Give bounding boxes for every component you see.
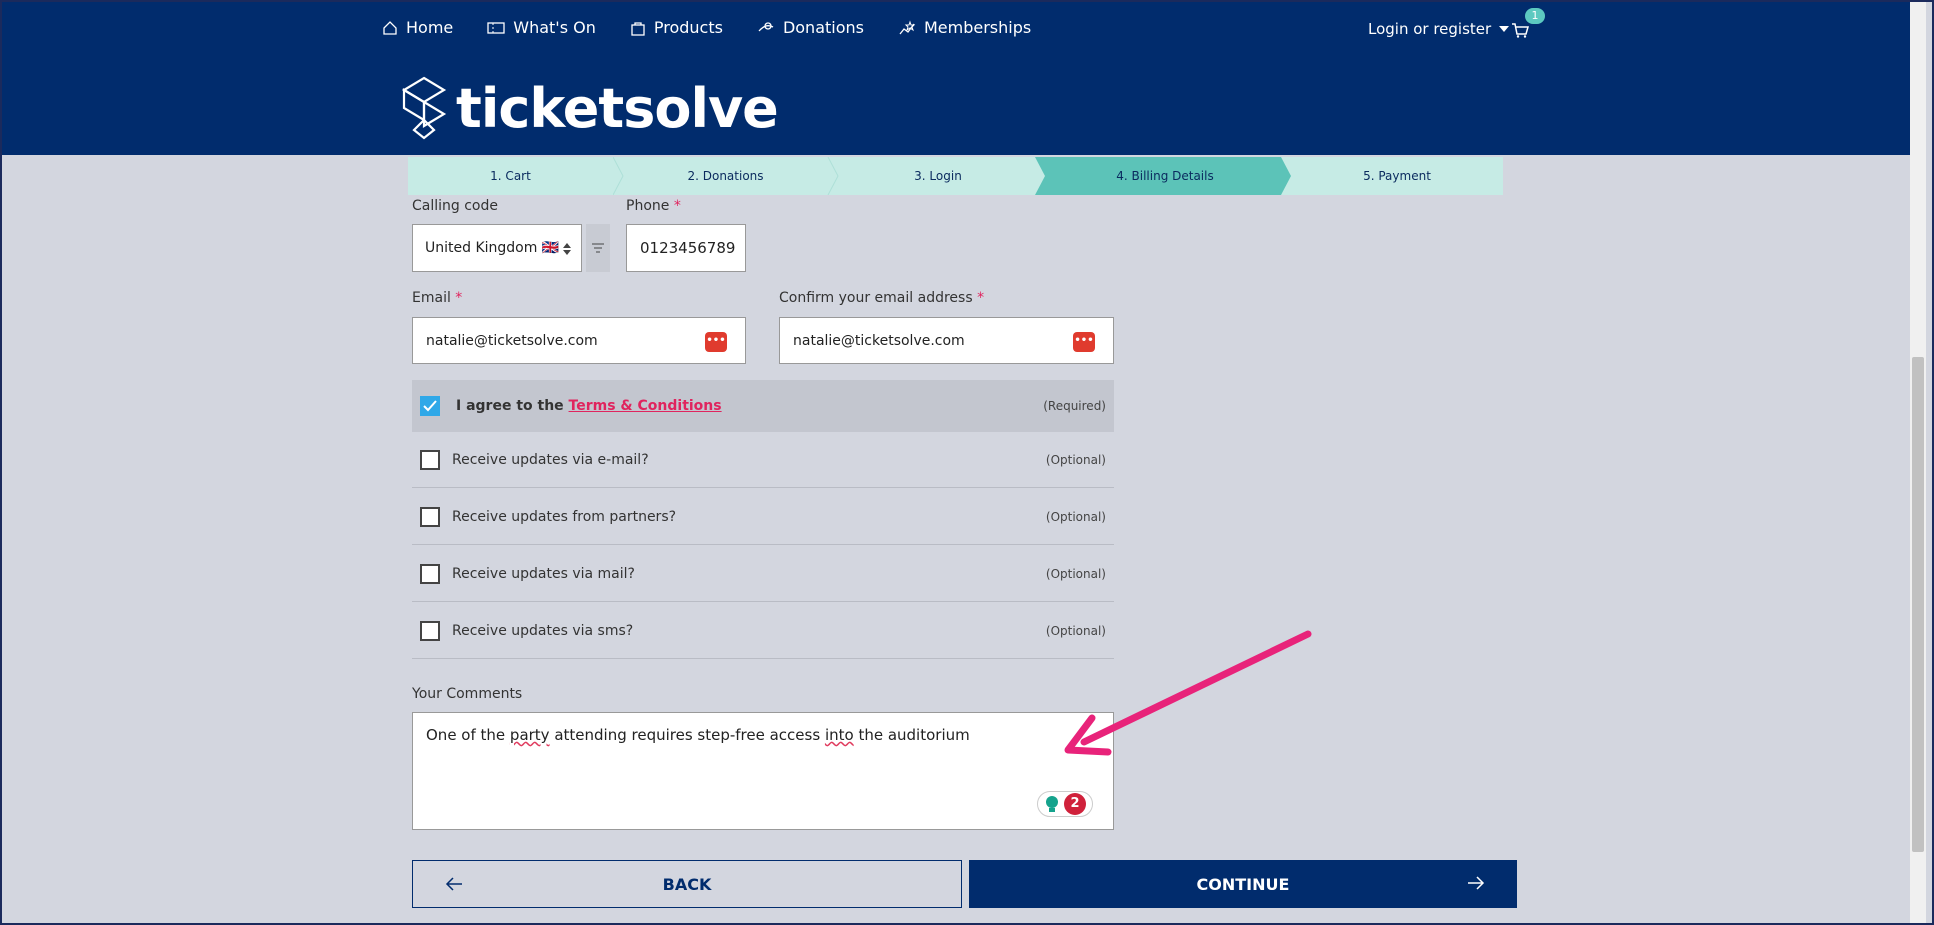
- calling-code-label: Calling code: [412, 198, 498, 214]
- checkout-steps: 1. Cart 2. Donations 3. Login 4. Billing…: [408, 157, 1503, 195]
- home-icon: [383, 20, 397, 35]
- step-donations[interactable]: 2. Donations: [623, 157, 828, 195]
- cart-button[interactable]: 1: [1511, 8, 1545, 42]
- terms-text: I agree to the Terms & Conditions: [456, 398, 1043, 414]
- basket-icon: [1512, 23, 1529, 38]
- terms-row[interactable]: I agree to the Terms & Conditions (Requi…: [412, 380, 1114, 432]
- nav-home-label: Home: [406, 18, 454, 37]
- option-label: Receive updates from partners?: [452, 508, 677, 525]
- continue-button-label: CONTINUE: [1196, 874, 1290, 894]
- comments-spell-flag-2: into: [824, 726, 854, 744]
- password-manager-icon[interactable]: •••: [1073, 332, 1095, 352]
- phone-label-wrap: Phone *: [626, 198, 681, 214]
- arrow-left-icon: [445, 877, 462, 891]
- email-field[interactable]: natalie@ticketsolve.com •••: [412, 317, 746, 364]
- bag-icon: [631, 21, 645, 36]
- comments-label: Your Comments: [412, 686, 523, 702]
- comments-text-3: the auditorium: [853, 726, 970, 744]
- confirm-email-required-mark: *: [977, 290, 985, 306]
- continue-button[interactable]: CONTINUE: [969, 860, 1517, 908]
- step-login[interactable]: 3. Login: [838, 157, 1038, 195]
- option-row-email[interactable]: Receive updates via e-mail? (Optional): [412, 432, 1114, 488]
- terms-required-note: (Required): [1043, 399, 1106, 413]
- email-required-mark: *: [455, 290, 463, 306]
- filter-button[interactable]: [586, 224, 610, 272]
- scrollbar-thumb[interactable]: [1912, 357, 1924, 852]
- step-cart[interactable]: 1. Cart: [408, 157, 613, 195]
- phone-label: Phone: [626, 198, 670, 214]
- comments-textarea[interactable]: One of the party attending requires step…: [412, 712, 1114, 830]
- comments-text-2: attending requires step-free access: [549, 726, 825, 744]
- membership-icon: [899, 19, 916, 34]
- sms-updates-checkbox[interactable]: [420, 620, 440, 641]
- nav-memberships-label: Memberships: [923, 18, 1032, 37]
- confirm-email-field[interactable]: natalie@ticketsolve.com •••: [779, 317, 1114, 364]
- partner-updates-checkbox[interactable]: [420, 506, 440, 527]
- calling-code-value: United Kingdom 🇬🇧 +4: [425, 240, 561, 256]
- nav-donations-label: Donations: [782, 18, 864, 37]
- nav-donations[interactable]: Donations: [757, 18, 864, 37]
- email-label: Email: [412, 290, 451, 306]
- confirm-email-label: Confirm your email address: [779, 290, 973, 306]
- nav-products-label: Products: [653, 18, 723, 37]
- mail-updates-checkbox[interactable]: [420, 563, 440, 584]
- option-label: Receive updates via e-mail?: [452, 451, 649, 468]
- back-button[interactable]: BACK: [412, 860, 962, 908]
- password-manager-icon[interactable]: •••: [705, 332, 727, 352]
- option-note: (Optional): [1045, 509, 1106, 524]
- option-row-mail[interactable]: Receive updates via mail? (Optional): [412, 546, 1114, 602]
- nav-home[interactable]: Home: [382, 18, 453, 37]
- caret-down-icon: [1499, 26, 1510, 32]
- confirm-email-label-wrap: Confirm your email address *: [779, 290, 984, 306]
- select-arrows-icon: [563, 243, 571, 255]
- comments-spell-flag-1: party: [509, 726, 550, 744]
- option-row-sms[interactable]: Receive updates via sms? (Optional): [412, 603, 1114, 659]
- option-note: (Optional): [1045, 566, 1106, 581]
- back-button-label: BACK: [662, 874, 712, 894]
- step-billing-details: 4. Billing Details: [1116, 169, 1214, 183]
- option-note: (Optional): [1045, 452, 1106, 467]
- terms-checkbox[interactable]: [420, 396, 440, 416]
- nav-memberships[interactable]: Memberships: [898, 18, 1031, 37]
- nav-products[interactable]: Products: [630, 18, 723, 37]
- grammarly-count-badge: 2: [1064, 793, 1086, 815]
- option-label: Receive updates via sms?: [452, 622, 634, 639]
- filter-icon: [592, 243, 604, 253]
- option-row-partners[interactable]: Receive updates from partners? (Optional…: [412, 489, 1114, 545]
- nav-whats-on[interactable]: What's On: [487, 18, 596, 37]
- account-label: Login or register: [1368, 20, 1492, 38]
- ticket-icon: [487, 21, 505, 34]
- donation-icon: [758, 21, 774, 31]
- option-note: (Optional): [1045, 623, 1106, 638]
- site-header: Home What's On Products Donations Member…: [2, 2, 1912, 155]
- account-menu[interactable]: Login or register: [1368, 20, 1510, 38]
- logo-mark-icon: [401, 76, 447, 140]
- brand-logo[interactable]: ticketsolve: [400, 76, 779, 140]
- lightbulb-icon: [1046, 796, 1058, 812]
- option-label: Receive updates via mail?: [452, 565, 635, 582]
- phone-required-mark: *: [673, 198, 681, 214]
- email-label-wrap: Email *: [412, 290, 462, 306]
- grammarly-widget[interactable]: 2: [1037, 791, 1093, 817]
- step-payment[interactable]: 5. Payment: [1291, 157, 1503, 195]
- comments-text-1: One of the: [426, 726, 510, 744]
- email-updates-checkbox[interactable]: [420, 449, 440, 470]
- browser-frame: Home What's On Products Donations Member…: [0, 0, 1934, 925]
- calling-code-select[interactable]: United Kingdom 🇬🇧 +4: [412, 224, 582, 272]
- terms-link[interactable]: Terms & Conditions: [569, 398, 722, 414]
- confirm-email-value: natalie@ticketsolve.com: [793, 332, 965, 349]
- main-nav: Home What's On Products Donations Member…: [382, 18, 1065, 37]
- cart-count-badge: 1: [1525, 8, 1545, 24]
- arrow-right-icon: [1468, 876, 1485, 890]
- phone-input[interactable]: 0123456789: [626, 224, 746, 272]
- agree-prefix: I agree to the: [456, 398, 564, 414]
- checkmark-icon: [423, 400, 437, 412]
- email-value: natalie@ticketsolve.com: [426, 332, 598, 349]
- brand-name: ticketsolve: [456, 76, 779, 140]
- nav-whats-on-label: What's On: [513, 18, 596, 37]
